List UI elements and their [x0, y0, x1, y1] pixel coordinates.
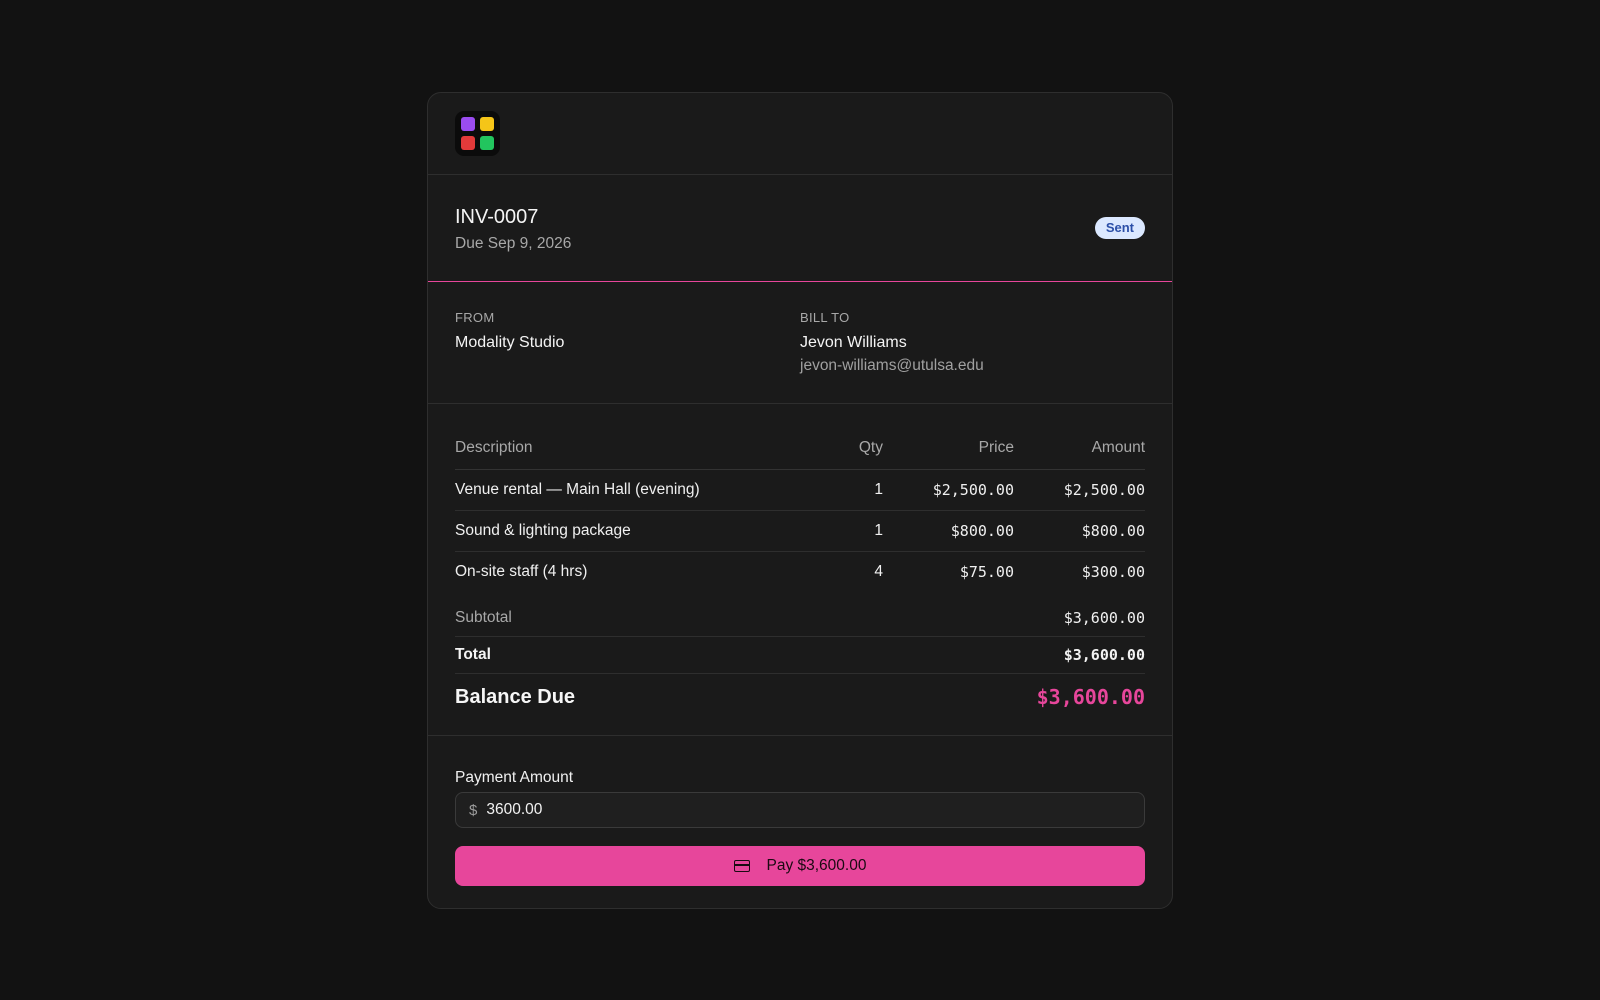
line-items-section: Description Qty Price Amount Venue renta… [428, 404, 1172, 736]
total-row: Total $3,600.00 [455, 637, 1145, 674]
from-label: FROM [455, 310, 495, 325]
payment-section: Payment Amount $ Pay $3,600.00 [428, 736, 1172, 886]
item-price: $75.00 [959, 562, 1014, 581]
item-qty: 4 [874, 562, 883, 580]
balance-due-value: $3,600.00 [1036, 685, 1145, 709]
table-header-row: Description Qty Price Amount [455, 428, 1145, 470]
from-block: FROM Modality Studio [455, 310, 800, 403]
credit-card-icon [733, 860, 750, 872]
item-price: $800.00 [883, 510, 1014, 552]
pay-button[interactable]: Pay $3,600.00 [455, 846, 1145, 886]
item-qty: 1 [783, 510, 883, 552]
table-row: On-site staff (4 hrs) 4 $75.00 $300.00 [455, 551, 1145, 592]
column-header-qty: Qty [783, 428, 883, 470]
column-header-price: Price [883, 428, 1014, 470]
currency-symbol: $ [469, 801, 478, 819]
totals-block: Subtotal $3,600.00 Total $3,600.00 Balan… [455, 600, 1145, 720]
parties-section: FROM Modality Studio BILL TO Jevon Willi… [428, 282, 1172, 404]
invoice-number: INV-0007 [455, 206, 539, 228]
from-name: Modality Studio [455, 334, 565, 351]
item-amount: $300.00 [1081, 562, 1145, 581]
table-row: Venue rental — Main Hall (evening) 1 $2,… [455, 469, 1145, 511]
logo-square-yellow [480, 117, 494, 131]
subtotal-label: Subtotal [455, 609, 512, 626]
app-grid-logo [455, 111, 500, 156]
bill-to-label: BILL TO [800, 310, 850, 325]
payment-amount-input[interactable] [486, 801, 1131, 819]
column-header-description: Description [455, 428, 783, 470]
item-description: Venue rental — Main Hall (evening) [455, 469, 783, 511]
invoice-card: INV-0007 Due Sep 9, 2026 Sent FROM Modal… [427, 92, 1173, 909]
item-qty: 1 [783, 469, 883, 511]
item-description: Sound & lighting package [455, 510, 783, 552]
bill-to-block: BILL TO Jevon Williams jevon-williams@ut… [800, 310, 1145, 403]
subtotal-row: Subtotal $3,600.00 [455, 600, 1145, 637]
pay-button-label: Pay $3,600.00 [766, 857, 867, 874]
bill-to-email: jevon-williams@utulsa.edu [800, 357, 984, 374]
item-amount: $2,500.00 [1014, 469, 1145, 511]
status-badge: Sent [1094, 217, 1145, 239]
bill-to-name: Jevon Williams [800, 334, 907, 351]
total-value: $3,600.00 [1063, 646, 1145, 664]
logo-square-green [480, 136, 494, 150]
balance-due-label: Balance Due [455, 685, 576, 708]
invoice-title-section: INV-0007 Due Sep 9, 2026 Sent [428, 175, 1172, 282]
line-items-table: Description Qty Price Amount Venue renta… [455, 428, 1145, 592]
item-description: On-site staff (4 hrs) [455, 562, 588, 580]
logo-square-red [461, 136, 475, 150]
payment-amount-field[interactable]: $ [455, 792, 1145, 828]
invoice-header [428, 93, 1172, 175]
column-header-amount: Amount [1014, 428, 1145, 470]
subtotal-value: $3,600.00 [1063, 609, 1145, 627]
item-amount: $800.00 [1014, 510, 1145, 552]
invoice-due-date: Due Sep 9, 2026 [455, 235, 572, 252]
logo-square-purple [461, 117, 475, 131]
payment-amount-label: Payment Amount [455, 769, 574, 786]
total-label: Total [455, 646, 491, 663]
table-row: Sound & lighting package 1 $800.00 $800.… [455, 510, 1145, 552]
balance-due-row: Balance Due $3,600.00 [455, 674, 1145, 720]
item-price: $2,500.00 [883, 469, 1014, 511]
